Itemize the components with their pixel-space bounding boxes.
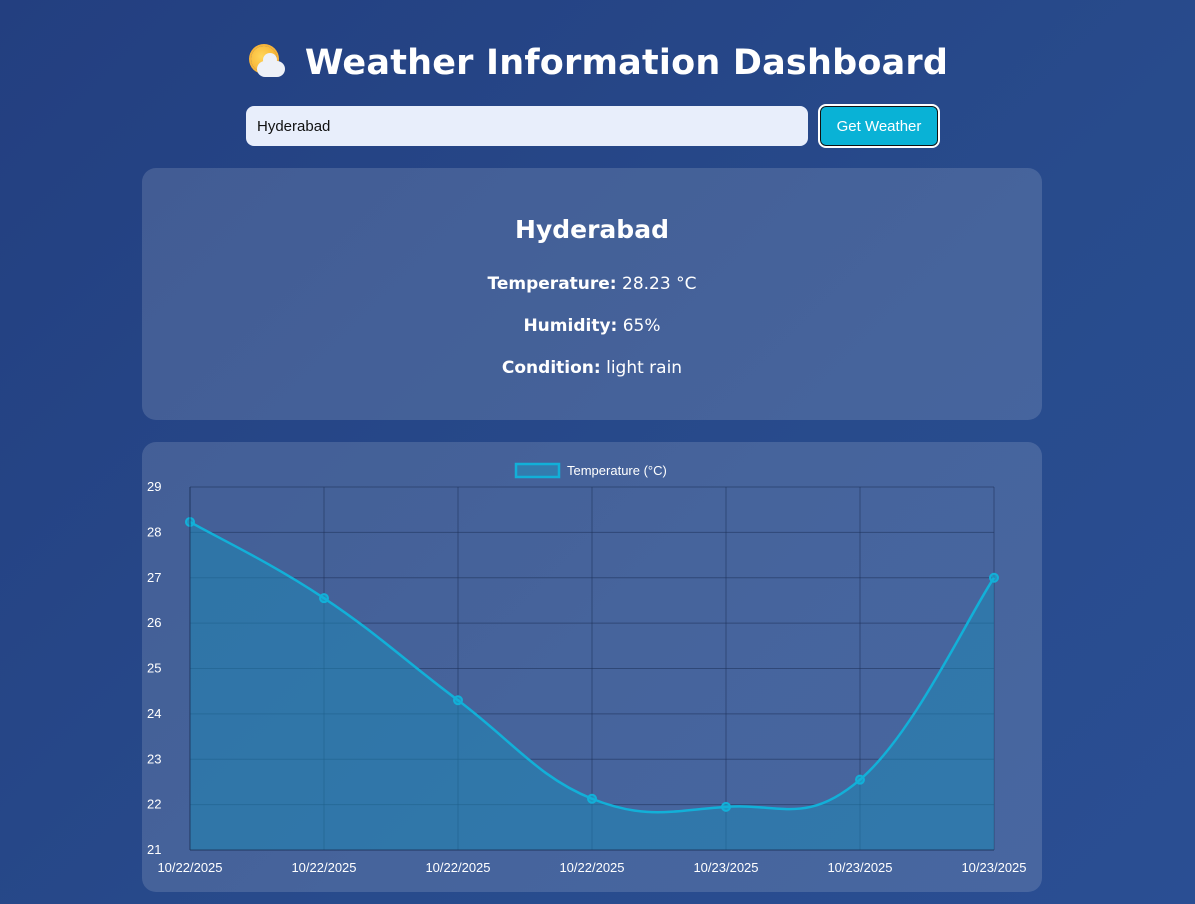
x-tick-label: 10/23/2025 bbox=[693, 860, 758, 875]
y-tick-label: 27 bbox=[147, 570, 161, 585]
condition-row: Condition: light rain bbox=[142, 358, 1042, 378]
y-tick-label: 26 bbox=[147, 615, 161, 630]
humidity-value: 65% bbox=[622, 316, 661, 336]
condition-label: Condition: bbox=[501, 358, 601, 378]
humidity-label: Humidity: bbox=[523, 316, 618, 336]
y-tick-label: 25 bbox=[147, 661, 161, 676]
temperature-row: Temperature: 28.23 °C bbox=[142, 274, 1042, 294]
y-tick-label: 22 bbox=[147, 797, 161, 812]
weather-info-card: Hyderabad Temperature: 28.23 °C Humidity… bbox=[142, 168, 1042, 420]
legend-swatch bbox=[514, 462, 561, 479]
temperature-chart: 21 22 23 24 25 26 27 28 29 10/22/2025 10/22/2025 10… bbox=[147, 462, 1027, 875]
data-point bbox=[721, 801, 731, 812]
data-point bbox=[989, 572, 999, 583]
city-search-input[interactable] bbox=[246, 106, 808, 146]
data-point bbox=[319, 593, 329, 604]
temperature-chart-card: 21 22 23 24 25 26 27 28 29 10/22/2025 10/22/2025 10… bbox=[142, 442, 1042, 892]
temperature-label: Temperature: bbox=[487, 274, 617, 294]
temperature-value: 28.23 °C bbox=[622, 274, 697, 294]
x-tick-label: 10/22/2025 bbox=[157, 860, 222, 875]
x-tick-label: 10/22/2025 bbox=[425, 860, 490, 875]
get-weather-button[interactable]: Get Weather bbox=[818, 104, 940, 148]
data-point bbox=[453, 695, 463, 706]
data-point bbox=[587, 793, 597, 804]
city-name: Hyderabad bbox=[515, 215, 669, 244]
y-tick-label: 29 bbox=[147, 479, 161, 494]
legend-label: Temperature (°C) bbox=[567, 463, 667, 478]
x-tick-label: 10/22/2025 bbox=[291, 860, 356, 875]
title-text: Weather Information Dashboard bbox=[304, 43, 949, 83]
x-tick-label: 10/23/2025 bbox=[961, 860, 1026, 875]
y-tick-label: 28 bbox=[147, 524, 161, 539]
y-tick-label: 21 bbox=[147, 842, 161, 857]
condition-value: light rain bbox=[606, 358, 683, 378]
sun-behind-cloud-icon bbox=[247, 43, 287, 83]
x-tick-label: 10/23/2025 bbox=[827, 860, 892, 875]
page-title: Weather Information Dashboard bbox=[0, 38, 1195, 88]
y-tick-label: 24 bbox=[147, 706, 161, 721]
y-tick-label: 23 bbox=[147, 751, 161, 766]
x-tick-label: 10/22/2025 bbox=[559, 860, 624, 875]
data-point bbox=[855, 774, 865, 785]
humidity-row: Humidity: 65% bbox=[142, 316, 1042, 336]
